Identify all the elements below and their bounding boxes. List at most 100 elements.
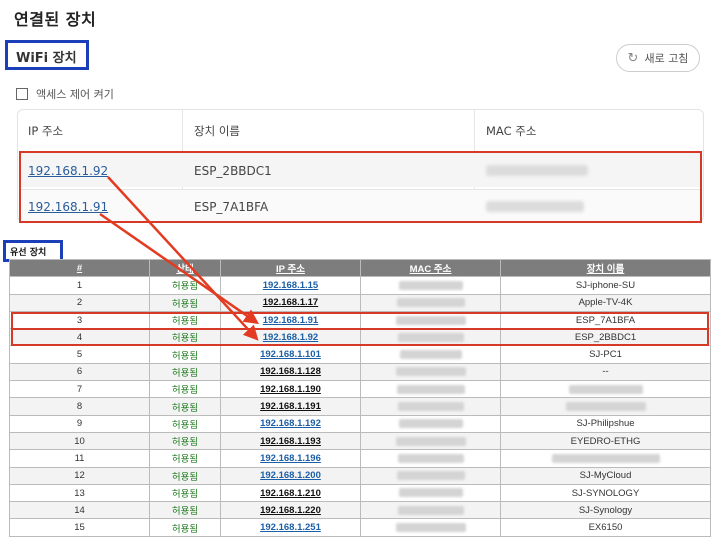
row-device-name: SJ-MyCloud — [500, 466, 711, 485]
row-number: 15 — [9, 518, 150, 537]
refresh-icon: ↻ — [627, 50, 639, 66]
row-status: 허용됨 — [149, 397, 221, 416]
row-ip-link[interactable]: 192.168.1.200 — [220, 466, 361, 485]
row-device-name-redacted — [500, 380, 711, 399]
table-row: 2 허용됨 192.168.1.17 Apple-TV-4K — [9, 293, 711, 312]
row-number: 8 — [9, 397, 150, 416]
row-ip-link[interactable]: 192.168.1.17 — [220, 293, 361, 312]
wired-device-table: # 상태 IP 주소 MAC 주소 장치 이름 1 허용됨 192.168.1.15… — [9, 258, 711, 537]
row-number: 5 — [9, 345, 150, 364]
device-name-redacted — [565, 402, 646, 411]
wired-col-device-name[interactable]: 장치 이름 — [500, 258, 711, 278]
row-number: 14 — [9, 501, 150, 520]
table-row: 11 허용됨 192.168.1.196 — [9, 449, 711, 468]
mac-redacted — [398, 280, 463, 290]
row-ip-link[interactable]: 192.168.1.196 — [220, 449, 361, 468]
mac-redacted — [397, 505, 464, 515]
row-mac-redacted — [360, 518, 501, 537]
row-mac-redacted — [360, 414, 501, 433]
table-row: 12 허용됨 192.168.1.200 SJ-MyCloud — [9, 466, 711, 485]
row-ip-link[interactable]: 192.168.1.190 — [220, 380, 361, 399]
mac-redacted — [397, 402, 464, 411]
row-status: 허용됨 — [149, 466, 221, 485]
row-status: 허용됨 — [149, 414, 221, 433]
table-row: 1 허용됨 192.168.1.15 SJ-iphone-SU — [9, 276, 711, 295]
checkbox-icon[interactable] — [16, 88, 28, 100]
mac-redacted — [396, 384, 465, 394]
row-number: 6 — [9, 362, 150, 382]
wired-col-ip[interactable]: IP 주소 — [220, 258, 361, 278]
mac-redacted — [396, 298, 465, 308]
row-ip-link[interactable]: 192.168.1.101 — [220, 345, 361, 364]
row-ip-link[interactable]: 192.168.1.220 — [220, 501, 361, 520]
row-device-name-redacted — [500, 397, 711, 416]
table-row: 14 허용됨 192.168.1.220 SJ-Synology — [9, 501, 711, 520]
row-number: 7 — [9, 380, 150, 399]
row-status: 허용됨 — [149, 483, 221, 503]
row-mac-redacted — [360, 293, 501, 312]
row-mac-redacted — [360, 466, 501, 485]
mac-redacted — [397, 453, 464, 463]
row-mac-redacted — [360, 397, 501, 416]
table-row: 9 허용됨 192.168.1.192 SJ-Philipshue — [9, 414, 711, 433]
row-mac-redacted — [360, 449, 501, 468]
row-ip-link[interactable]: 192.168.1.192 — [220, 414, 361, 433]
mac-redacted — [398, 488, 463, 498]
mac-redacted — [395, 523, 466, 533]
row-ip-link[interactable]: 192.168.1.210 — [220, 483, 361, 503]
row-device-name-redacted — [500, 449, 711, 468]
row-status: 허용됨 — [149, 431, 221, 451]
row-number: 1 — [9, 276, 150, 295]
row-number: 10 — [9, 431, 150, 451]
table-row: 15 허용됨 192.168.1.251 EX6150 — [9, 518, 711, 537]
row-status: 허용됨 — [149, 293, 221, 312]
wired-col-mac[interactable]: MAC 주소 — [360, 258, 501, 278]
table-row: 13 허용됨 192.168.1.210 SJ-SYNOLOGY — [9, 483, 711, 503]
row-number: 12 — [9, 466, 150, 485]
row-ip-link[interactable]: 192.168.1.251 — [220, 518, 361, 537]
refresh-button[interactable]: ↻ 새로 고침 — [616, 44, 700, 72]
row-status: 허용됨 — [149, 345, 221, 364]
mac-redacted — [398, 419, 463, 429]
row-device-name: Apple-TV-4K — [500, 293, 711, 312]
wifi-section-title: WiFi 장치 — [16, 51, 77, 66]
wired-row-highlight — [11, 328, 709, 346]
device-name-redacted — [568, 384, 643, 394]
row-device-name: EYEDRO-ETHG — [500, 431, 711, 451]
row-device-name: SJ-iphone-SU — [500, 276, 711, 295]
wifi-col-mac: MAC 주소 — [486, 124, 537, 138]
row-device-name: SJ-SYNOLOGY — [500, 483, 711, 503]
row-ip-link[interactable]: 192.168.1.128 — [220, 362, 361, 382]
row-number: 13 — [9, 483, 150, 503]
row-mac-redacted — [360, 380, 501, 399]
wifi-rows-highlight — [19, 151, 702, 223]
row-status: 허용됨 — [149, 518, 221, 537]
mac-redacted — [399, 350, 462, 360]
row-device-name: -- — [500, 362, 711, 382]
row-mac-redacted — [360, 431, 501, 451]
row-device-name: SJ-PC1 — [500, 345, 711, 364]
row-status: 허용됨 — [149, 501, 221, 520]
row-ip-link[interactable]: 192.168.1.193 — [220, 431, 361, 451]
wired-col-status[interactable]: 상태 — [149, 258, 221, 278]
access-control-toggle[interactable]: 액세스 제어 켜기 — [16, 86, 114, 102]
table-row: 8 허용됨 192.168.1.191 — [9, 397, 711, 416]
wired-section-title: 유선 장치 — [10, 248, 47, 258]
row-number: 2 — [9, 293, 150, 312]
table-row: 10 허용됨 192.168.1.193 EYEDRO-ETHG — [9, 431, 711, 451]
row-status: 허용됨 — [149, 276, 221, 295]
device-name-redacted — [551, 453, 660, 463]
row-number: 9 — [9, 414, 150, 433]
row-device-name: EX6150 — [500, 518, 711, 537]
wired-col-number[interactable]: # — [9, 258, 150, 278]
mac-redacted — [395, 436, 466, 446]
row-mac-redacted — [360, 345, 501, 364]
row-status: 허용됨 — [149, 449, 221, 468]
row-ip-link[interactable]: 192.168.1.191 — [220, 397, 361, 416]
mac-redacted — [395, 367, 466, 377]
row-ip-link[interactable]: 192.168.1.15 — [220, 276, 361, 295]
wifi-col-ip: IP 주소 — [28, 124, 64, 138]
table-row: 7 허용됨 192.168.1.190 — [9, 380, 711, 399]
row-mac-redacted — [360, 501, 501, 520]
row-device-name: SJ-Philipshue — [500, 414, 711, 433]
